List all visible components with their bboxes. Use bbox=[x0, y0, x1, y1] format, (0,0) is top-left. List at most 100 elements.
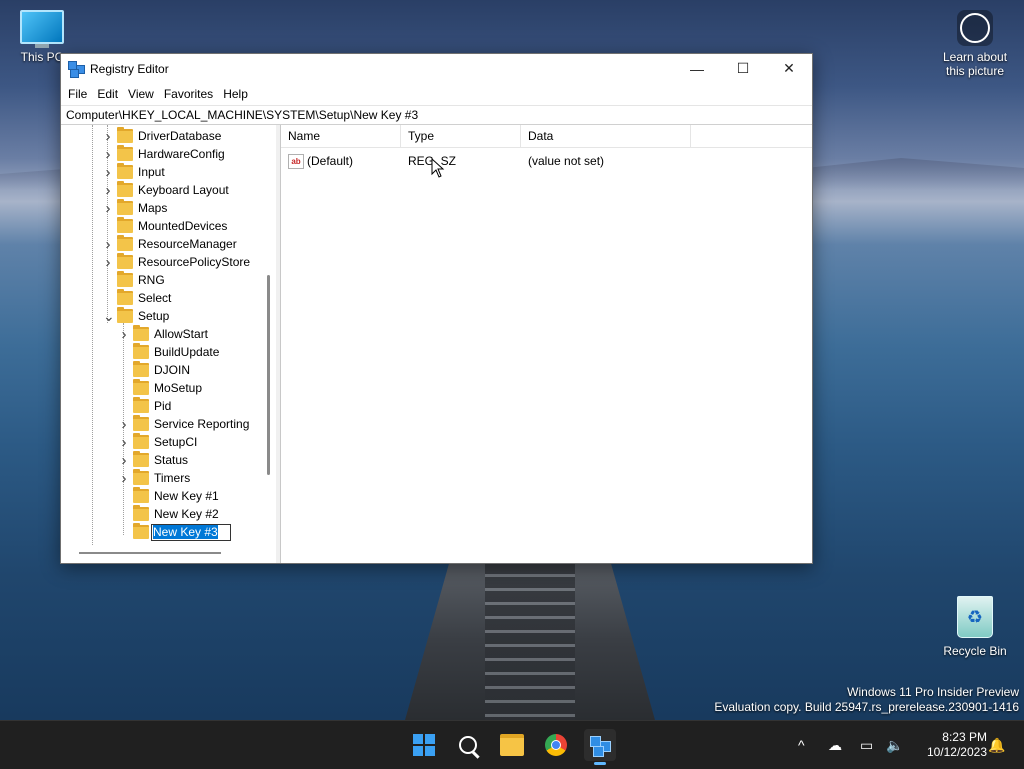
clock[interactable]: 8:23 PM 10/12/2023 bbox=[915, 730, 987, 760]
maximize-button[interactable]: ☐ bbox=[720, 54, 766, 83]
tree-item[interactable]: DJOIN bbox=[119, 361, 190, 379]
tree-item-label: SetupCI bbox=[154, 435, 198, 449]
folder-icon bbox=[133, 505, 149, 521]
chevron-right-icon[interactable]: › bbox=[119, 326, 129, 343]
folder-icon bbox=[117, 145, 133, 161]
menu-view[interactable]: View bbox=[123, 87, 159, 101]
tree-item-label: New Key #2 bbox=[154, 507, 219, 521]
panes: › DriverDatabase › HardwareConfig › Input › Key… bbox=[61, 125, 812, 563]
value-data: (value not set) bbox=[528, 154, 605, 168]
tree-item[interactable]: › ResourceManager bbox=[103, 235, 237, 253]
chevron-right-icon[interactable]: › bbox=[103, 182, 113, 199]
tree-pane: › DriverDatabase › HardwareConfig › Input › Key… bbox=[61, 125, 277, 563]
tree-item[interactable]: Pid bbox=[119, 397, 171, 415]
tree-item[interactable]: New Key #2 bbox=[119, 505, 219, 523]
chevron-right-icon[interactable]: › bbox=[119, 416, 129, 433]
onedrive-tray-button[interactable]: ☁ bbox=[828, 721, 842, 769]
menu-file[interactable]: File bbox=[63, 87, 92, 101]
tray-overflow-button[interactable]: ^ bbox=[798, 721, 805, 769]
column-header-type[interactable]: Type bbox=[401, 125, 521, 147]
tree-item-editing[interactable]: New Key #3 bbox=[119, 523, 231, 541]
tree-item[interactable]: › Status bbox=[119, 451, 188, 469]
tree-item-label: AllowStart bbox=[154, 327, 209, 341]
desktop-icon-recycle-bin[interactable]: ♻ Recycle Bin bbox=[935, 596, 1015, 658]
tree-item[interactable]: › Maps bbox=[103, 199, 167, 217]
chevron-down-icon[interactable]: ⌄ bbox=[103, 308, 115, 325]
tree-item[interactable]: Select bbox=[103, 289, 171, 307]
column-header-name[interactable]: Name bbox=[281, 125, 401, 147]
volume-tray-button[interactable]: 🔈 bbox=[886, 721, 903, 769]
menu-favorites[interactable]: Favorites bbox=[159, 87, 218, 101]
tree-item[interactable]: › Service Reporting bbox=[119, 415, 249, 433]
registry-editor-window: Registry Editor — ☐ ✕ File Edit View Fav… bbox=[60, 53, 813, 564]
chevron-right-icon[interactable]: › bbox=[119, 470, 129, 487]
chrome-button[interactable] bbox=[540, 729, 572, 761]
chevron-right-icon[interactable]: › bbox=[103, 236, 113, 253]
cloud-icon: ☁ bbox=[828, 736, 842, 753]
tree-item[interactable]: › Keyboard Layout bbox=[103, 181, 229, 199]
tree-item-label: Maps bbox=[138, 201, 168, 215]
tree-item[interactable]: MoSetup bbox=[119, 379, 202, 397]
chevron-right-icon[interactable]: › bbox=[103, 200, 113, 217]
tree-item[interactable]: › DriverDatabase bbox=[103, 127, 221, 145]
tree-horizontal-scrollbar[interactable] bbox=[61, 549, 265, 559]
folder-icon bbox=[133, 487, 149, 503]
registry-editor-taskbar-button[interactable] bbox=[584, 729, 616, 765]
chevron-right-icon[interactable]: › bbox=[119, 452, 129, 469]
column-header-data[interactable]: Data bbox=[521, 125, 691, 147]
start-button[interactable] bbox=[408, 729, 440, 761]
watermark-line2: Evaluation copy. Build 25947.rs_prerelea… bbox=[714, 700, 1019, 714]
folder-icon bbox=[117, 235, 133, 251]
folder-icon bbox=[117, 181, 133, 197]
tree-item-label: Setup bbox=[138, 309, 170, 323]
file-explorer-button[interactable] bbox=[496, 729, 528, 761]
menu-help[interactable]: Help bbox=[218, 87, 253, 101]
tree-guide-line bbox=[92, 125, 93, 545]
tree-item[interactable]: MountedDevices bbox=[103, 217, 227, 235]
value-row[interactable]: ab (Default) REG_SZ (value not set) bbox=[281, 151, 812, 171]
chevron-right-icon[interactable]: › bbox=[119, 434, 129, 451]
desktop-icon-learn-about-picture[interactable]: Learn about this picture bbox=[935, 10, 1015, 78]
folder-icon bbox=[117, 163, 133, 179]
tree-item[interactable]: BuildUpdate bbox=[119, 343, 219, 361]
folder-icon bbox=[133, 361, 149, 377]
registry-editor-icon bbox=[589, 734, 611, 757]
tree-item[interactable]: › AllowStart bbox=[119, 325, 208, 343]
chevron-right-icon[interactable]: › bbox=[103, 164, 113, 181]
tree-item-label: HardwareConfig bbox=[138, 147, 225, 161]
tree-item[interactable]: › ResourcePolicyStore bbox=[103, 253, 250, 271]
chevron-right-icon[interactable]: › bbox=[103, 128, 113, 145]
registry-editor-icon bbox=[68, 60, 85, 78]
menu-edit[interactable]: Edit bbox=[92, 87, 123, 101]
tree-item[interactable]: New Key #1 bbox=[119, 487, 219, 505]
tree-item[interactable]: › HardwareConfig bbox=[103, 145, 225, 163]
tree-item[interactable]: › SetupCI bbox=[119, 433, 197, 451]
search-button[interactable] bbox=[452, 729, 484, 761]
notifications-button[interactable]: 🔔 bbox=[988, 721, 1005, 769]
chevron-right-icon[interactable]: › bbox=[103, 146, 113, 163]
tree-item-label: ResourceManager bbox=[138, 237, 237, 251]
rename-key-selected-text: New Key #3 bbox=[153, 525, 218, 539]
tree-item[interactable]: RNG bbox=[103, 271, 165, 289]
tree-item[interactable]: › Timers bbox=[119, 469, 190, 487]
mouse-cursor-icon bbox=[431, 158, 445, 178]
tree-horizontal-scroll-thumb[interactable] bbox=[79, 552, 221, 554]
close-button[interactable]: ✕ bbox=[766, 54, 812, 83]
value-name-cell: ab (Default) bbox=[281, 153, 401, 169]
chevron-right-icon[interactable]: › bbox=[103, 254, 113, 271]
tree-item-label: Pid bbox=[154, 399, 172, 413]
address-bar[interactable]: Computer\HKEY_LOCAL_MACHINE\SYSTEM\Setup… bbox=[61, 105, 812, 125]
minimize-button[interactable]: — bbox=[674, 54, 720, 83]
tree-item[interactable]: › Input bbox=[103, 163, 165, 181]
camera-info-icon bbox=[957, 10, 993, 46]
tree-item-label: DJOIN bbox=[154, 363, 190, 377]
rename-key-input[interactable]: New Key #3 bbox=[151, 523, 231, 541]
tree-vertical-scroll-thumb[interactable] bbox=[267, 275, 270, 475]
title-bar[interactable]: Registry Editor — ☐ ✕ bbox=[61, 54, 812, 83]
folder-icon bbox=[117, 289, 133, 305]
tree-item-label: MountedDevices bbox=[138, 219, 228, 233]
tree-vertical-scrollbar[interactable] bbox=[265, 125, 273, 563]
network-tray-button[interactable]: ▭ bbox=[860, 721, 873, 769]
tree-item[interactable]: ⌄ Setup bbox=[103, 307, 169, 325]
tree-item-label: Input bbox=[138, 165, 165, 179]
